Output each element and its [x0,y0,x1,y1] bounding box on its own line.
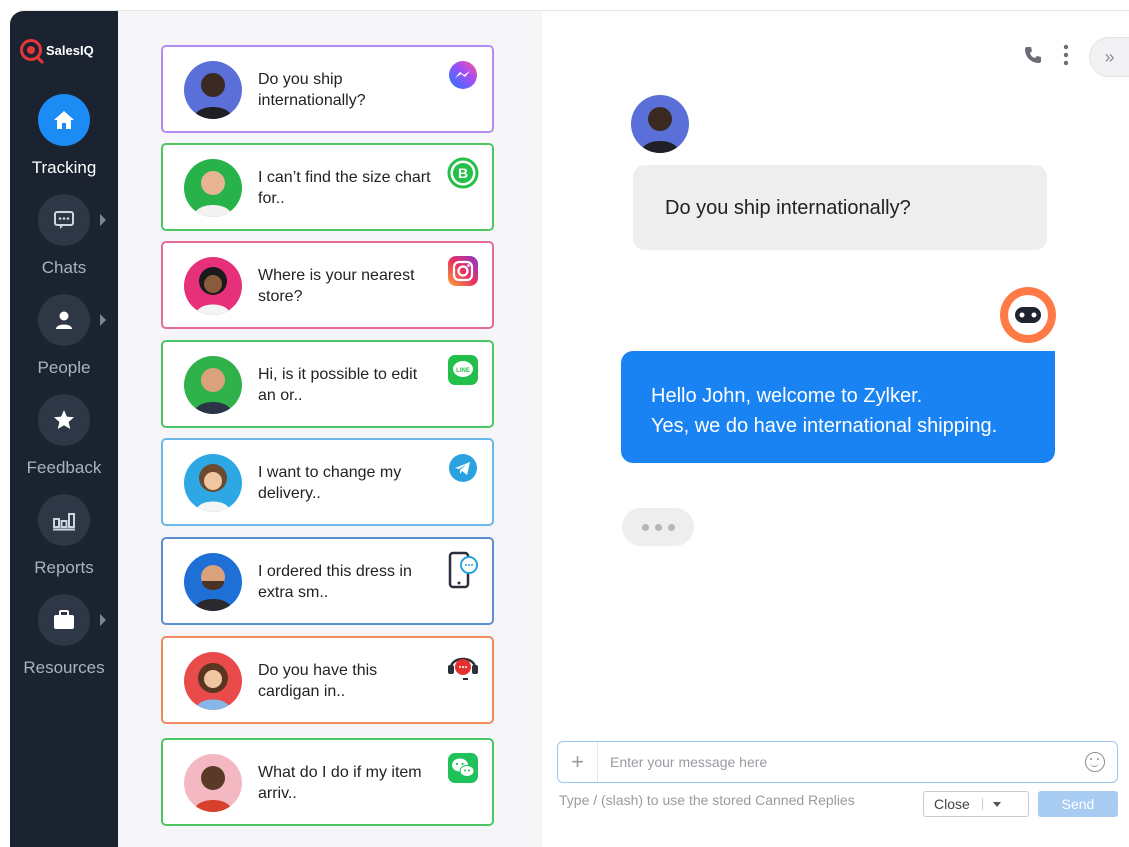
conversation-preview: I want to change my delivery.. [258,464,402,502]
whatsapp-business-icon: B [446,157,480,191]
conversation-card[interactable]: I want to change my delivery.. [161,438,494,526]
bot-avatar [1000,287,1056,343]
double-chevron-icon: » [1104,46,1115,67]
headset-chat-icon [446,650,480,684]
avatar [184,553,242,611]
messenger-icon [446,59,480,93]
typing-indicator [622,508,694,546]
reports-icon [38,494,90,546]
chat-panel: » Do you ship internationally? Hello Joh… [542,11,1129,847]
star-icon [38,394,90,446]
line-icon: LINE [446,354,480,388]
avatar [184,454,242,512]
outgoing-line: Hello John, welcome to Zylker. [651,385,923,407]
typing-dot [654,523,662,531]
conversation-preview: I ordered this dress in extra sm.. [258,563,412,601]
conversation-preview: Do you ship internationally? [258,71,366,109]
divider [981,798,983,810]
avatar [184,754,242,812]
conversation-preview: Where is your nearest store? [258,267,415,305]
conversation-card[interactable]: Where is your nearest store? [161,241,494,329]
conversation-card[interactable]: Do you have this cardigan in.. [161,636,494,724]
more-options-icon[interactable] [1063,44,1069,71]
nav-chats[interactable]: Chats [10,194,118,278]
customer-avatar [631,95,689,153]
conversation-preview: I can’t find the size chart for.. [258,169,431,207]
briefcase-icon [38,594,90,646]
chevron-right-icon[interactable] [100,314,106,326]
avatar [184,61,242,119]
outgoing-line: Yes, we do have international shipping. [651,415,998,437]
avatar [184,159,242,217]
nav-feedback[interactable]: Feedback [10,394,118,478]
chat-toolbar: » [1023,37,1129,77]
home-icon [38,94,90,146]
incoming-message: Do you ship internationally? [633,165,1047,250]
conversation-preview: Do you have this cardigan in.. [258,662,378,700]
svg-text:LINE: LINE [456,368,470,374]
typing-dot [667,523,675,531]
canned-replies-hint: Type / (slash) to use the stored Canned … [559,792,855,808]
chevron-down-icon [992,801,1001,807]
nav-resources[interactable]: Resources [10,594,118,678]
conversation-preview: What do I do if my item arriv.. [258,764,422,802]
nav-label: Tracking [31,158,97,177]
typing-dot [641,523,649,531]
nav-people[interactable]: People [10,294,118,378]
telegram-icon [446,452,480,486]
message-input[interactable] [610,750,1060,774]
conversation-card[interactable]: Do you ship internationally? [161,45,494,133]
expand-panel-button[interactable]: » [1089,37,1129,77]
conversation-card[interactable]: I can’t find the size chart for.. B [161,143,494,231]
conversation-card[interactable]: What do I do if my item arriv.. [161,738,494,826]
instagram-icon [446,255,480,289]
nav-reports[interactable]: Reports [10,494,118,578]
add-attachment-icon[interactable]: + [558,742,598,782]
nav-label: People [37,358,91,377]
nav-tracking[interactable]: Tracking [10,94,118,178]
conversation-preview: Hi, is it possible to edit an or.. [258,366,418,404]
chevron-right-icon[interactable] [100,614,106,626]
wechat-icon [446,752,480,786]
conversation-card[interactable]: I ordered this dress in extra sm.. [161,537,494,625]
nav-label: Resources [23,658,105,677]
send-button[interactable]: Send [1038,791,1118,817]
close-dropdown[interactable]: Close [923,791,1029,817]
avatar [184,356,242,414]
emoji-icon[interactable] [1085,752,1105,772]
nav-label: Feedback [26,458,102,477]
person-icon [38,294,90,346]
avatar [184,257,242,315]
sidebar: SalesIQ Tracking Chats People Feedback R… [10,11,118,847]
mobile-chat-icon [446,551,480,589]
close-label: Close [934,796,970,812]
chevron-right-icon[interactable] [100,214,106,226]
svg-text:B: B [458,165,468,181]
outgoing-message: Hello John, welcome to Zylker. Yes, we d… [621,351,1055,463]
salesiq-logo-icon [20,39,42,61]
app-window: SalesIQ Tracking Chats People Feedback R… [10,10,1129,847]
nav-label: Reports [34,558,94,577]
conversation-list: Do you ship internationally? I can’t fin… [118,11,542,847]
message-composer: + [557,741,1118,783]
brand[interactable]: SalesIQ [20,39,94,61]
chat-icon [38,194,90,246]
nav-label: Chats [41,258,87,277]
conversation-card[interactable]: Hi, is it possible to edit an or.. LINE [161,340,494,428]
phone-icon[interactable] [1023,45,1043,70]
avatar [184,652,242,710]
brand-name: SalesIQ [46,42,94,58]
